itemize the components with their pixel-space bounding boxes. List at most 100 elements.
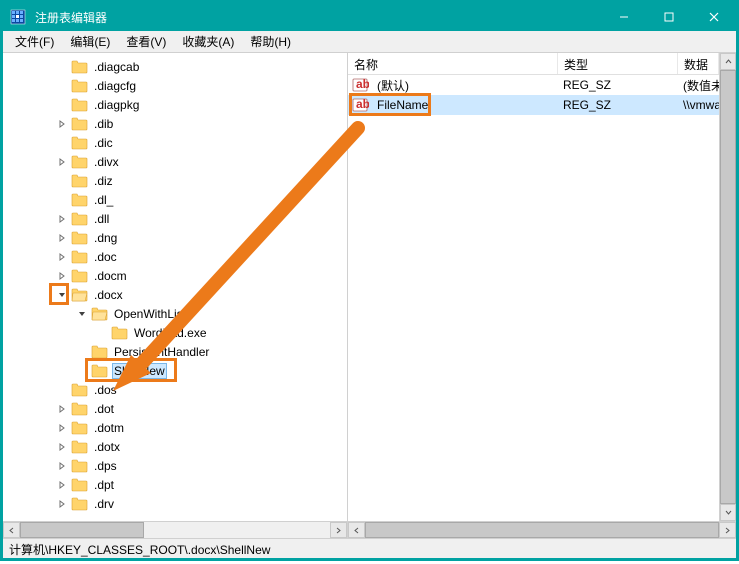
tree-label: .docm — [92, 269, 129, 283]
tree-row[interactable]: .drv — [11, 494, 347, 513]
folder-icon — [71, 98, 88, 112]
scroll-thumb[interactable] — [20, 522, 144, 538]
tree-row[interactable]: .dot — [11, 399, 347, 418]
list-row[interactable]: ab FileNameREG_SZ\\vmware — [348, 95, 719, 115]
tree-label: PersistentHandler — [112, 345, 211, 359]
list-header: 名称 类型 数据 — [348, 53, 719, 75]
tree-hscroll[interactable] — [3, 521, 347, 538]
tree-row[interactable]: .dotm — [11, 418, 347, 437]
menu-favorites[interactable]: 收藏夹(A) — [174, 31, 242, 52]
column-type[interactable]: 类型 — [558, 53, 678, 74]
expander-icon[interactable] — [75, 307, 89, 321]
minimize-button[interactable] — [601, 3, 646, 31]
folder-icon — [71, 269, 88, 283]
scroll-track[interactable] — [720, 70, 736, 504]
expander-icon[interactable] — [55, 288, 69, 302]
main-pane: .diagcab .diagcfg .diagpkg .dib .dic .di… — [3, 53, 736, 538]
tree-row[interactable]: .dps — [11, 456, 347, 475]
expander-icon[interactable] — [55, 250, 69, 264]
maximize-button[interactable] — [646, 3, 691, 31]
tree-row[interactable]: .dic — [11, 133, 347, 152]
tree-label: .dps — [92, 459, 119, 473]
list-row[interactable]: ab (默认)REG_SZ(数值未设 — [348, 75, 719, 95]
tree-row[interactable]: .diz — [11, 171, 347, 190]
tree-row[interactable]: WordPad.exe — [11, 323, 347, 342]
expander-icon[interactable] — [55, 497, 69, 511]
folder-icon — [71, 421, 88, 435]
tree-row[interactable]: ShellNew — [11, 361, 347, 380]
expander-icon[interactable] — [55, 79, 69, 93]
tree-row[interactable]: .dpt — [11, 475, 347, 494]
tree-row[interactable]: .doc — [11, 247, 347, 266]
value-name: FileName — [371, 98, 557, 112]
values-list[interactable]: ab (默认)REG_SZ(数值未设 ab FileNameREG_SZ\\vm… — [348, 75, 719, 521]
tree-row[interactable]: .dotx — [11, 437, 347, 456]
menu-view[interactable]: 查看(V) — [118, 31, 174, 52]
scroll-thumb[interactable] — [720, 70, 736, 504]
tree-row[interactable]: OpenWithList — [11, 304, 347, 323]
expander-icon[interactable] — [55, 193, 69, 207]
expander-icon[interactable] — [55, 174, 69, 188]
expander-icon[interactable] — [55, 212, 69, 226]
scroll-track[interactable] — [365, 522, 719, 538]
expander-icon[interactable] — [55, 402, 69, 416]
column-data[interactable]: 数据 — [678, 53, 719, 74]
tree-row[interactable]: .docm — [11, 266, 347, 285]
scroll-right-button[interactable] — [330, 522, 347, 538]
expander-icon[interactable] — [55, 459, 69, 473]
expander-icon[interactable] — [55, 383, 69, 397]
folder-icon — [91, 364, 108, 378]
tree-pane: .diagcab .diagcfg .diagpkg .dib .dic .di… — [3, 53, 348, 538]
tree-row[interactable]: .docx — [11, 285, 347, 304]
expander-icon[interactable] — [95, 326, 109, 340]
expander-icon[interactable] — [75, 364, 89, 378]
registry-tree[interactable]: .diagcab .diagcfg .diagpkg .dib .dic .di… — [3, 53, 347, 521]
tree-row[interactable]: .dl_ — [11, 190, 347, 209]
tree-label: OpenWithList — [112, 307, 188, 321]
tree-row[interactable]: PersistentHandler — [11, 342, 347, 361]
column-name[interactable]: 名称 — [348, 53, 558, 74]
scroll-track[interactable] — [20, 522, 330, 538]
string-value-icon: ab — [352, 77, 369, 93]
expander-icon[interactable] — [55, 155, 69, 169]
expander-icon[interactable] — [75, 345, 89, 359]
scroll-up-button[interactable] — [720, 53, 736, 70]
menu-help[interactable]: 帮助(H) — [242, 31, 299, 52]
folder-icon — [71, 440, 88, 454]
value-data: \\vmware — [677, 98, 719, 112]
folder-icon — [71, 136, 88, 150]
tree-row[interactable]: .diagcab — [11, 57, 347, 76]
tree-row[interactable]: .divx — [11, 152, 347, 171]
expander-icon[interactable] — [55, 136, 69, 150]
expander-icon[interactable] — [55, 440, 69, 454]
tree-row[interactable]: .dib — [11, 114, 347, 133]
tree-row[interactable]: .dng — [11, 228, 347, 247]
list-hscroll[interactable] — [348, 521, 736, 538]
tree-label: .diz — [92, 174, 115, 188]
expander-icon[interactable] — [55, 421, 69, 435]
expander-icon[interactable] — [55, 269, 69, 283]
scroll-left-button[interactable] — [348, 522, 365, 538]
value-data: (数值未设 — [677, 77, 719, 94]
list-vscroll[interactable] — [719, 53, 736, 521]
scroll-left-button[interactable] — [3, 522, 20, 538]
tree-row[interactable]: .diagpkg — [11, 95, 347, 114]
expander-icon[interactable] — [55, 478, 69, 492]
scroll-thumb[interactable] — [365, 522, 719, 538]
menu-edit[interactable]: 编辑(E) — [62, 31, 118, 52]
folder-icon — [71, 231, 88, 245]
expander-icon[interactable] — [55, 60, 69, 74]
scroll-down-button[interactable] — [720, 504, 736, 521]
tree-row[interactable]: .dos — [11, 380, 347, 399]
expander-icon[interactable] — [55, 98, 69, 112]
scroll-right-button[interactable] — [719, 522, 736, 538]
expander-icon[interactable] — [55, 117, 69, 131]
menu-file[interactable]: 文件(F) — [7, 31, 62, 52]
tree-row[interactable]: .dll — [11, 209, 347, 228]
tree-row[interactable]: .diagcfg — [11, 76, 347, 95]
expander-icon[interactable] — [55, 231, 69, 245]
app-icon — [7, 6, 29, 28]
close-button[interactable] — [691, 3, 736, 31]
folder-icon — [71, 60, 88, 74]
tree-label: .doc — [92, 250, 119, 264]
